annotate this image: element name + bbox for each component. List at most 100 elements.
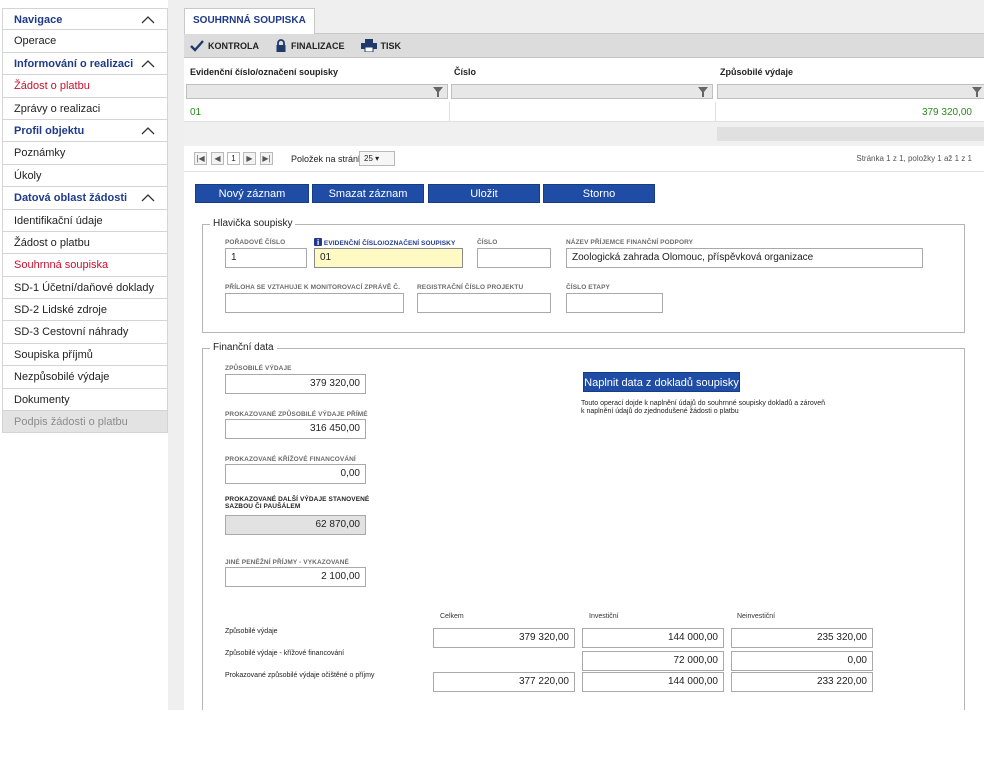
zpusobile-label: ZPŮSOBILÉ VÝDAJE xyxy=(225,365,292,372)
fill-from-documents-button[interactable]: Naplnit data z dokladů soupisky xyxy=(583,372,740,392)
zpusobile-input[interactable]: 379 320,00 xyxy=(225,374,366,394)
cancel-button[interactable]: Storno xyxy=(543,184,655,203)
krizove-label: PROKAZOVANÉ KŘÍŽOVÉ FINANCOVÁNÍ xyxy=(225,456,356,463)
col-header-investicni: Investiční xyxy=(589,613,619,620)
prev-page-button[interactable]: ◀ xyxy=(211,152,224,165)
pager-info: Stránka 1 z 1, položky 1 až 1 z 1 xyxy=(856,154,972,163)
column-header-zpusobile[interactable]: Způsobilé výdaje xyxy=(720,67,793,77)
cell-evidencni: 01 xyxy=(190,107,202,118)
delete-record-button[interactable]: Smazat záznam xyxy=(312,184,424,203)
column-header-evidencni[interactable]: Evidenční číslo/označení soupisky xyxy=(190,67,338,77)
chevron-up-icon[interactable] xyxy=(141,191,155,205)
summary-ocistene-investicni[interactable]: 144 000,00 xyxy=(582,672,724,692)
sidebar-item-soupiska-prijmu[interactable]: Soupiska příjmů xyxy=(2,343,168,367)
sidebar-item-label: SD-1 Účetní/daňové doklady xyxy=(14,281,155,294)
sidebar-head-navigace[interactable]: Navigace xyxy=(2,8,168,31)
cell-zpusobile: 379 320,00 xyxy=(921,107,972,118)
filter-icon[interactable] xyxy=(433,87,443,97)
sidebar-head-informovani[interactable]: Informování o realizaci xyxy=(2,52,168,76)
new-record-button[interactable]: Nový záznam xyxy=(195,184,309,203)
sidebar-item-sd1[interactable]: SD-1 Účetní/daňové doklady xyxy=(2,276,168,300)
filter-input-cislo[interactable] xyxy=(451,84,713,99)
sidebar-item-label: Žádost o platbu xyxy=(14,236,90,249)
prime-input[interactable]: 316 450,00 xyxy=(225,419,366,439)
summary-zpusobile-neinvesticni[interactable]: 235 320,00 xyxy=(731,628,873,648)
chevron-up-icon[interactable] xyxy=(141,13,155,27)
sidebar-item-souhrnna-soupiska[interactable]: Souhrnná soupiska xyxy=(2,254,168,277)
sidebar-item-dokumenty[interactable]: Dokumenty xyxy=(2,388,168,412)
sidebar-item-operace[interactable]: Operace xyxy=(2,30,168,53)
layout-gutter xyxy=(168,0,184,710)
registracni-input[interactable] xyxy=(417,293,551,313)
fill-note-line-2: k naplnění údajů do zjednodušené žádosti… xyxy=(581,408,739,415)
sidebar-item-zpravy[interactable]: Zprávy o realizaci xyxy=(2,97,168,120)
sidebar-item-label: Dokumenty xyxy=(14,393,70,406)
summary-krizove-investicni[interactable]: 72 000,00 xyxy=(582,651,724,671)
column-header-cislo[interactable]: Číslo xyxy=(454,67,476,77)
filter-icon[interactable] xyxy=(698,87,708,97)
grid-divider xyxy=(715,102,716,122)
last-page-button[interactable]: ▶| xyxy=(260,152,273,165)
printer-icon xyxy=(360,39,377,52)
cislo-label: ČÍSLO xyxy=(477,239,498,246)
kontrola-label: KONTROLA xyxy=(208,40,259,51)
sidebar-head-datova-oblast[interactable]: Datová oblast žádosti xyxy=(2,187,168,210)
sidebar-item-sd2[interactable]: SD-2 Lidské zdroje xyxy=(2,299,168,322)
jine-input[interactable]: 2 100,00 xyxy=(225,567,366,587)
krizove-input[interactable]: 0,00 xyxy=(225,464,366,484)
header-fieldset: Hlavička soupisky POŘADOVÉ ČÍSLO 1 EVIDE… xyxy=(202,218,965,333)
etapa-input[interactable] xyxy=(566,293,663,313)
summary-zpusobile-celkem[interactable]: 379 320,00 xyxy=(433,628,575,648)
sidebar-item-ukoly[interactable]: Úkoly xyxy=(2,164,168,188)
registracni-label: REGISTRAČNÍ ČÍSLO PROJEKTU xyxy=(417,284,524,291)
poradove-input[interactable]: 1 xyxy=(225,248,307,268)
sidebar-item-nezpusobile[interactable]: Nezpůsobilé výdaje xyxy=(2,366,168,389)
sidebar-item-label: Operace xyxy=(14,35,57,48)
finalizace-button[interactable]: FINALIZACE xyxy=(275,39,345,52)
dalsi-input: 62 870,00 xyxy=(225,515,366,535)
prijemce-input[interactable]: Zoologická zahrada Olomouc, příspěvková … xyxy=(566,248,923,268)
sidebar-item-label: Informování o realizaci xyxy=(14,57,134,70)
sidebar-head-profil[interactable]: Profil objektu xyxy=(2,119,168,143)
summary-zpusobile-investicni[interactable]: 144 000,00 xyxy=(582,628,724,648)
next-page-button[interactable]: ▶ xyxy=(243,152,256,165)
tab-souhrnna-soupiska[interactable]: SOUHRNNÁ SOUPISKA xyxy=(184,8,315,34)
first-page-button[interactable]: |◀ xyxy=(194,152,207,165)
per-page-label: Položek na stránku xyxy=(291,154,368,164)
summary-ocistene-neinvesticni[interactable]: 233 220,00 xyxy=(731,672,873,692)
chevron-up-icon[interactable] xyxy=(141,57,155,71)
filter-icon[interactable] xyxy=(972,87,982,97)
summary-krizove-neinvesticni[interactable]: 0,00 xyxy=(731,651,873,671)
save-button[interactable]: Uložit xyxy=(428,184,540,203)
tab-bar: SOUHRNNÁ SOUPISKA xyxy=(184,0,984,34)
current-page[interactable]: 1 xyxy=(227,152,240,165)
prime-label: PROKAZOVANÉ ZPŮSOBILÉ VÝDAJE PŘÍMÉ xyxy=(225,411,368,418)
cislo-input[interactable] xyxy=(477,248,551,268)
main-content: SOUHRNNÁ SOUPISKA KONTROLA FINALIZACE TI… xyxy=(184,0,984,710)
fill-note-line-1: Touto operací dojde k naplnění údajů do … xyxy=(581,400,826,407)
finalizace-label: FINALIZACE xyxy=(291,40,345,51)
info-icon xyxy=(314,238,322,246)
evidencni-input[interactable]: 01 xyxy=(314,248,463,268)
sidebar-item-podpis: Podpis žádosti o platbu xyxy=(2,411,168,434)
sidebar-item-sd3[interactable]: SD-3 Cestovní náhrady xyxy=(2,321,168,344)
col-header-neinvesticni: Neinvestiční xyxy=(737,613,776,620)
fill-note: Touto operací dojde k naplnění údajů do … xyxy=(581,400,881,416)
priloha-input[interactable] xyxy=(225,293,404,313)
sidebar-item-zadost-o-platbu[interactable]: Žádost o platbu xyxy=(2,75,168,98)
per-page-select[interactable]: 25 ▾ xyxy=(359,151,395,166)
sidebar-item-zadost-o-platbu-2[interactable]: Žádost o platbu xyxy=(2,231,168,255)
sidebar-item-identifikacni[interactable]: Identifikační údaje xyxy=(2,209,168,232)
kontrola-button[interactable]: KONTROLA xyxy=(190,39,259,52)
sidebar-item-poznamky[interactable]: Poznámky xyxy=(2,142,168,165)
chevron-up-icon[interactable] xyxy=(141,124,155,138)
tisk-button[interactable]: TISK xyxy=(360,39,401,52)
table-row[interactable]: 01 379 320,00 xyxy=(184,102,984,122)
filter-input-evidencni[interactable] xyxy=(186,84,448,99)
col-header-celkem: Celkem xyxy=(440,613,464,620)
etapa-label: ČÍSLO ETAPY xyxy=(566,284,610,291)
sidebar-item-label: Nezpůsobilé výdaje xyxy=(14,371,110,384)
filter-input-zpusobile[interactable] xyxy=(717,84,984,99)
header-legend: Hlavička soupisky xyxy=(210,218,296,229)
summary-ocistene-celkem[interactable]: 377 220,00 xyxy=(433,672,575,692)
